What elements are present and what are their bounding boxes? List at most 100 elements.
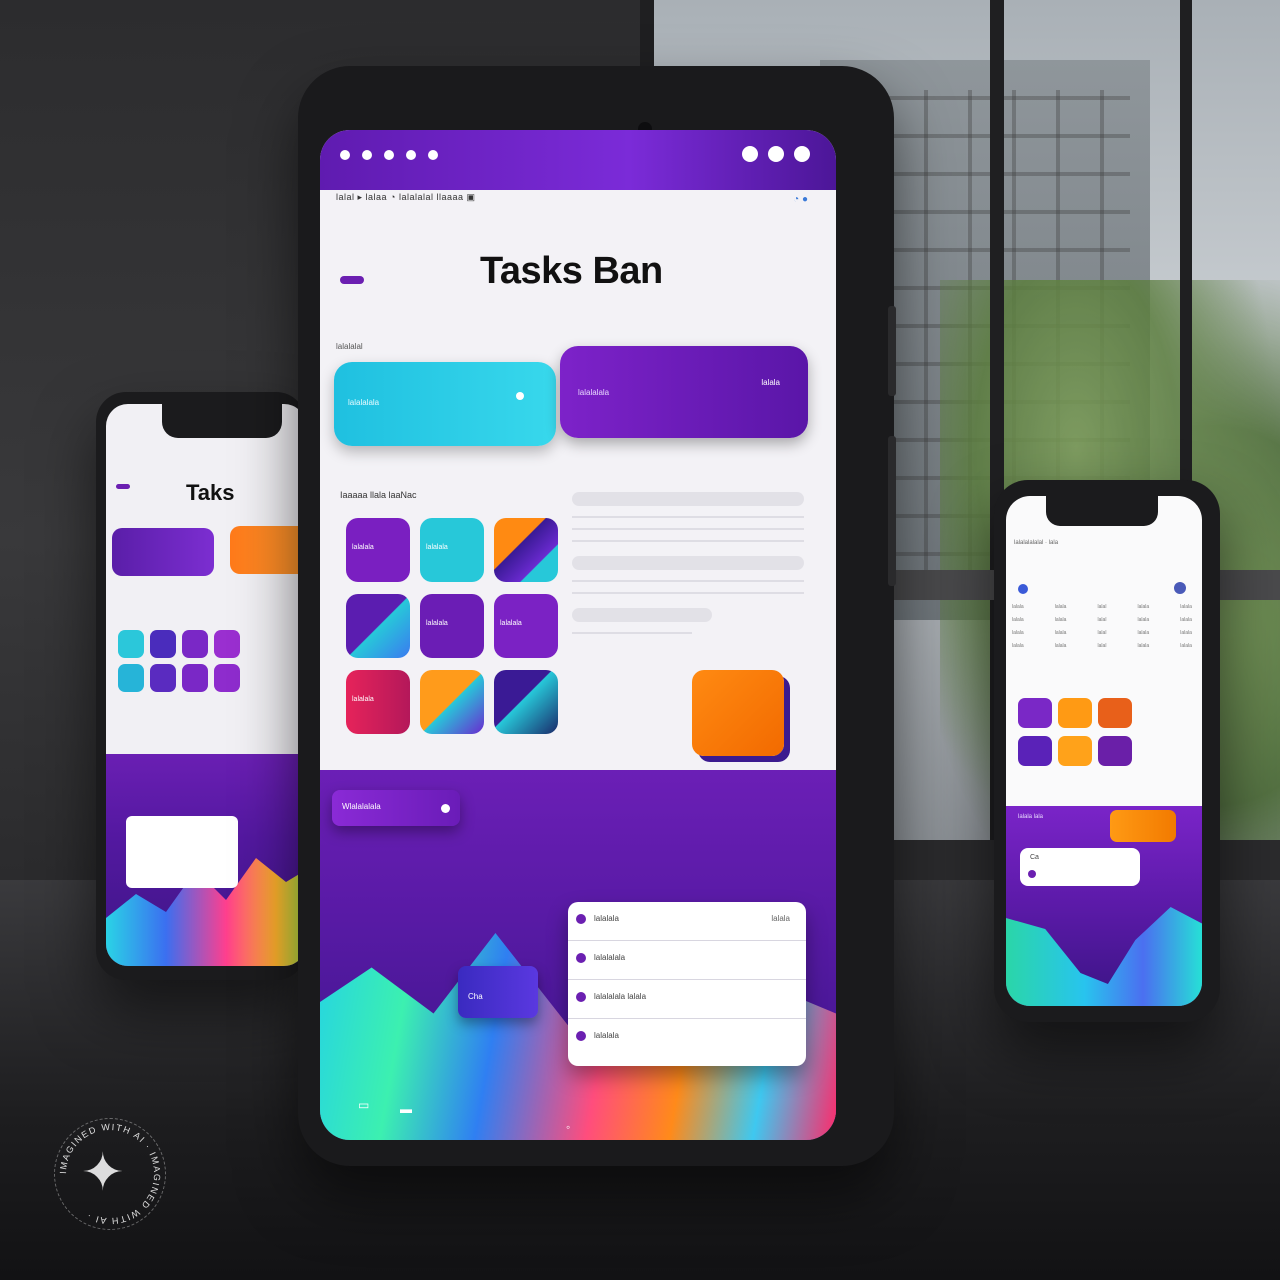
mini-card-label: Cha <box>468 992 483 1001</box>
task-tile[interactable]: lalalala <box>420 594 484 658</box>
task-card-purple[interactable]: lalalalala lalala <box>560 346 808 438</box>
app-icon[interactable] <box>182 664 208 692</box>
task-lines <box>572 492 804 644</box>
app-icon[interactable] <box>118 630 144 658</box>
breadcrumb[interactable]: lalal ▸ lalaa ◔ lalalalal llaaaa ▣ <box>336 192 476 203</box>
app-icon[interactable] <box>214 664 240 692</box>
bullet-icon <box>576 1031 586 1041</box>
tile-label: lalalala <box>352 544 374 551</box>
bullet-icon <box>576 953 586 963</box>
list-item-text: lalalalala <box>594 953 626 962</box>
app-icon[interactable] <box>1058 698 1092 728</box>
bullet-icon <box>576 992 586 1002</box>
task-card[interactable] <box>112 528 214 576</box>
list-panel[interactable] <box>126 816 238 888</box>
wave-graphic <box>1006 907 1202 1006</box>
volume-button <box>888 306 896 396</box>
app-icon[interactable] <box>1018 698 1052 728</box>
right-phone-screen: lalalalalalal · lala lalala lalala lalal la… <box>1006 496 1202 1006</box>
task-card[interactable] <box>230 526 306 574</box>
page-title: Tasks Ban <box>480 250 663 292</box>
menu-pill[interactable] <box>340 276 364 284</box>
header-text: lalalalalalal · lala <box>1014 540 1059 546</box>
control-dot[interactable] <box>428 150 438 160</box>
app-icon[interactable] <box>182 630 208 658</box>
divider <box>572 540 804 542</box>
control-dot[interactable] <box>362 150 372 160</box>
task-card-cyan[interactable]: lalalalala <box>334 362 556 446</box>
avatar[interactable] <box>1174 582 1186 594</box>
app-icon[interactable] <box>150 664 176 692</box>
task-pill-label: Wlalalalala <box>342 802 381 811</box>
table-row[interactable]: lalala lalala lalal lalala lalala <box>1012 617 1192 623</box>
action-circle-icon[interactable] <box>768 146 784 162</box>
input-text: Ca <box>1030 854 1039 861</box>
card-label: lalalalala <box>348 398 380 407</box>
list-bar[interactable] <box>572 608 712 622</box>
highlight-card[interactable] <box>692 670 784 756</box>
avatar[interactable] <box>1018 584 1028 594</box>
data-table: lalala lalala lalal lalala lalala lalala lala… <box>1012 604 1192 656</box>
list-item[interactable]: lalalalala lalala <box>568 980 806 1019</box>
app-icon-grid <box>1018 698 1132 766</box>
bullet-icon <box>576 914 586 924</box>
nav-indicator-icon[interactable]: ◦ <box>566 1120 570 1134</box>
card-action[interactable]: lalala <box>761 378 780 387</box>
app-icon[interactable] <box>118 664 144 692</box>
card-indicator-icon <box>516 392 524 400</box>
page-title: Taks <box>186 480 235 505</box>
app-icon[interactable] <box>1018 736 1052 766</box>
list-bar[interactable] <box>572 556 804 570</box>
task-tile[interactable] <box>346 594 410 658</box>
app-icon[interactable] <box>1058 736 1092 766</box>
task-tile[interactable] <box>494 518 558 582</box>
task-list: lalalala lalala lalalalala lalalalala la… <box>568 902 806 1066</box>
action-button[interactable] <box>1110 810 1176 842</box>
phone-notch <box>1046 496 1158 526</box>
divider <box>572 580 804 582</box>
phone-notch <box>162 404 282 438</box>
task-tile[interactable]: lalalala <box>346 670 410 734</box>
nav-home-icon[interactable]: ▭ <box>358 1098 369 1112</box>
table-row[interactable]: lalala lalala lalal lalala lalala <box>1012 643 1192 649</box>
task-tile[interactable] <box>494 670 558 734</box>
top-actions <box>742 146 810 162</box>
list-bar[interactable] <box>572 492 804 506</box>
task-tile[interactable]: lalalala <box>420 518 484 582</box>
left-phone: Taks <box>96 392 306 980</box>
volume-button <box>888 436 896 586</box>
app-icon[interactable] <box>214 630 240 658</box>
mini-card[interactable]: Cha <box>458 966 538 1018</box>
task-tile[interactable]: lalalala <box>346 518 410 582</box>
table-row[interactable]: lalala lalala lalal lalala lalala <box>1012 604 1192 610</box>
control-dot[interactable] <box>340 150 350 160</box>
app-icon[interactable] <box>150 630 176 658</box>
tablet: lalal ▸ lalaa ◔ lalalalal llaaaa ▣ ◔ ● T… <box>298 66 896 1166</box>
divider <box>572 516 804 518</box>
list-item-text: lalalala <box>594 914 619 923</box>
table-row[interactable]: lalala lalala lalal lalala lalala <box>1012 630 1192 636</box>
toggle-icon[interactable] <box>441 804 450 813</box>
control-dot[interactable] <box>406 150 416 160</box>
right-phone: lalalalalalal · lala lalala lalala lalal la… <box>994 480 1220 1022</box>
app-icon[interactable] <box>1098 736 1132 766</box>
task-pill[interactable]: Wlalalalala <box>332 790 460 826</box>
app-icon[interactable] <box>1098 698 1132 728</box>
settings-icon[interactable]: ◔ ● <box>793 194 808 205</box>
bottom-label: lalala lala <box>1018 814 1044 820</box>
list-item[interactable]: lalalala <box>568 1019 806 1057</box>
action-circle-icon[interactable] <box>742 146 758 162</box>
tile-label: lalalala <box>426 544 448 551</box>
list-item[interactable]: lalalalala <box>568 941 806 980</box>
task-tile[interactable]: lalalala <box>494 594 558 658</box>
menu-pill[interactable] <box>116 484 130 489</box>
task-tile[interactable] <box>420 670 484 734</box>
list-item-meta: lalala <box>771 914 790 923</box>
list-item[interactable]: lalalala lalala <box>568 902 806 941</box>
section-label: lalalalal <box>336 342 363 351</box>
nav-inbox-icon[interactable]: ▬ <box>400 1102 412 1116</box>
control-dot[interactable] <box>384 150 394 160</box>
text-input[interactable]: Ca <box>1020 848 1140 886</box>
filter-bar[interactable]: Iaaaaa llala laaNac <box>340 490 417 500</box>
action-circle-icon[interactable] <box>794 146 810 162</box>
